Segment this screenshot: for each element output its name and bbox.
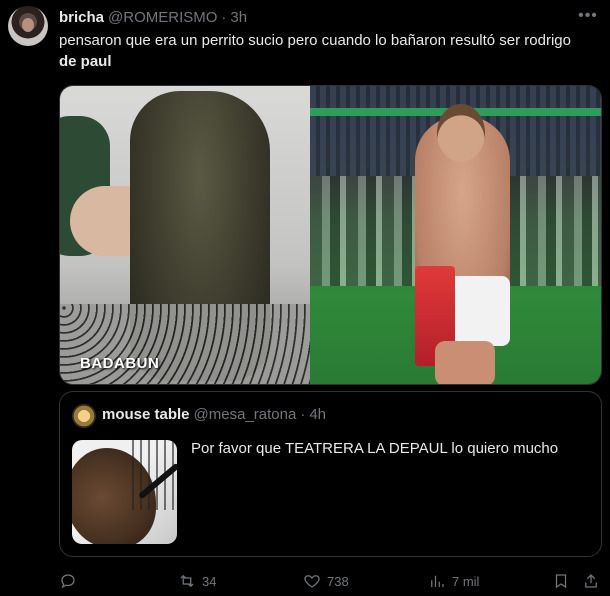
retweet-count: 34 — [202, 573, 217, 589]
media-photo-football-player[interactable] — [310, 86, 601, 384]
quoted-author-avatar[interactable] — [72, 404, 96, 428]
quoted-author-name[interactable]: mouse table — [102, 406, 190, 423]
more-dots-icon[interactable]: ••• — [576, 6, 600, 26]
bookmark-icon — [555, 574, 567, 589]
author-handle[interactable]: @ROMERISMO — [108, 9, 217, 26]
media-watermark: BADABUN — [80, 355, 160, 372]
quoted-text: Por favor que TEATRERA LA DEPAUL lo quie… — [191, 440, 559, 457]
tweet-text-main: pensaron que era un perrito sucio pero c… — [59, 32, 571, 49]
views-count: 7 mil — [452, 573, 480, 589]
bookmark-button[interactable] — [552, 570, 570, 592]
quoted-media-thumbnail[interactable] — [72, 440, 177, 544]
tweet-header: bricha @ROMERISMO · 3h — [59, 7, 247, 27]
reply-icon — [61, 574, 75, 589]
views-chart-icon — [431, 575, 444, 587]
media-photo-dirty-dog[interactable]: BADABUN — [60, 86, 310, 384]
author-name[interactable]: bricha — [59, 9, 104, 26]
quoted-tweet[interactable]: mouse table @mesa_ratona · 4h Por favor … — [59, 391, 602, 557]
tweet-text-bold: de paul — [59, 53, 112, 70]
quoted-author-handle[interactable]: @mesa_ratona — [194, 406, 297, 423]
tweet-text: pensaron que era un perrito sucio pero c… — [59, 30, 589, 72]
views-button[interactable]: 7 mil — [428, 570, 479, 592]
quoted-time[interactable]: 4h — [309, 406, 326, 423]
tweet-media[interactable]: BADABUN — [59, 85, 602, 385]
share-button[interactable] — [582, 570, 600, 592]
tweet-time[interactable]: 3h — [230, 9, 247, 26]
like-button[interactable]: 738 — [303, 570, 349, 592]
time-separator: · — [221, 8, 227, 26]
retweet-button[interactable]: 34 — [178, 570, 216, 592]
action-bar: 34 738 7 mil — [59, 570, 602, 592]
reply-button[interactable] — [59, 570, 83, 592]
like-count: 738 — [327, 573, 349, 589]
retweet-icon — [180, 574, 194, 588]
quoted-header: mouse table @mesa_ratona · 4h — [102, 406, 326, 423]
author-avatar[interactable] — [8, 6, 48, 46]
quoted-time-separator: · — [300, 406, 306, 423]
heart-icon — [304, 575, 320, 588]
share-icon — [585, 574, 597, 588]
